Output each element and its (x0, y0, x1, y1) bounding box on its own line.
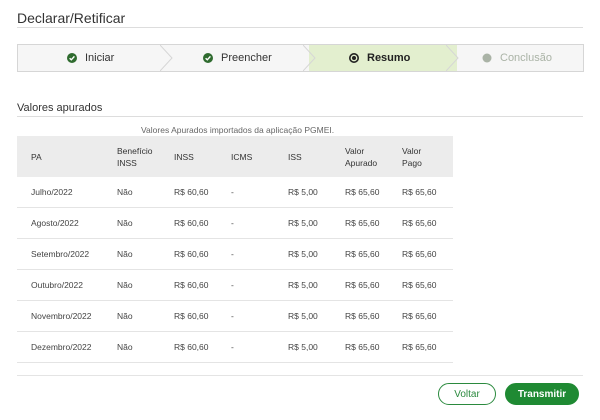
section-divider (17, 116, 583, 117)
step-iniciar: Iniciar (67, 45, 114, 71)
cell-valor-apurado: R$ 65,60 (331, 238, 388, 270)
cell-valor-apurado: R$ 65,60 (331, 177, 388, 208)
cell-valor-apurado: R$ 65,60 (331, 269, 388, 301)
cell-iss: R$ 5,00 (274, 300, 331, 332)
cell-icms: - (217, 207, 274, 239)
step-label: Conclusão (500, 52, 552, 64)
check-circle-icon (203, 53, 213, 63)
step-resumo: Resumo (349, 45, 410, 71)
table-row: Setembro/2022 Não R$ 60,60 - R$ 5,00 R$ … (17, 238, 453, 270)
step-label: Preencher (221, 52, 272, 64)
header-beneficio-inss: Benefício INSS (103, 136, 160, 177)
step-label: Resumo (367, 52, 411, 64)
radio-dot-icon (349, 53, 359, 63)
table-row: Julho/2022 Não R$ 60,60 - R$ 5,00 R$ 65,… (17, 177, 453, 208)
table-row: Agosto/2022 Não R$ 60,60 - R$ 5,00 R$ 65… (17, 207, 453, 239)
cell-iss: R$ 5,00 (274, 269, 331, 301)
step-preencher: Preencher (203, 45, 272, 71)
table-row: Outubro/2022 Não R$ 60,60 - R$ 5,00 R$ 6… (17, 269, 453, 301)
header-valor-apurado: Valor Apurado (331, 136, 388, 177)
values-table: PA Benefício INSS INSS ICMS ISS Valor Ap… (17, 136, 453, 363)
step-conclusao: Conclusão (482, 45, 552, 71)
cell-inss: R$ 60,60 (160, 331, 217, 363)
cell-iss: R$ 5,00 (274, 331, 331, 363)
table-body: Julho/2022 Não R$ 60,60 - R$ 5,00 R$ 65,… (17, 177, 453, 363)
back-button[interactable]: Voltar (438, 383, 496, 405)
header-inss: INSS (160, 136, 217, 177)
cell-valor-apurado: R$ 65,60 (331, 207, 388, 239)
cell-valor-pago: R$ 65,60 (388, 300, 453, 332)
step-label: Iniciar (85, 52, 115, 64)
cell-inss: R$ 60,60 (160, 177, 217, 208)
cell-inss: R$ 60,60 (160, 238, 217, 270)
check-circle-icon (67, 53, 77, 63)
cell-pa: Setembro/2022 (17, 238, 103, 270)
table-row: Dezembro/2022 Não R$ 60,60 - R$ 5,00 R$ … (17, 331, 453, 363)
section-title: Valores apurados (17, 102, 103, 114)
cell-iss: R$ 5,00 (274, 207, 331, 239)
transmit-button[interactable]: Transmitir (505, 383, 579, 405)
cell-iss: R$ 5,00 (274, 238, 331, 270)
pending-dot-icon (482, 53, 492, 63)
page-title: Declarar/Retificar (17, 10, 126, 26)
cell-beneficio: Não (103, 207, 160, 239)
cell-pa: Outubro/2022 (17, 269, 103, 301)
cell-beneficio: Não (103, 300, 160, 332)
cell-iss: R$ 5,00 (274, 177, 331, 208)
title-divider (17, 27, 583, 28)
cell-inss: R$ 60,60 (160, 269, 217, 301)
cell-icms: - (217, 331, 274, 363)
cell-icms: - (217, 238, 274, 270)
footer-divider (17, 375, 583, 376)
cell-valor-pago: R$ 65,60 (388, 238, 453, 270)
cell-icms: - (217, 269, 274, 301)
cell-pa: Novembro/2022 (17, 300, 103, 332)
cell-pa: Julho/2022 (17, 177, 103, 208)
header-pa: PA (17, 136, 103, 177)
cell-pa: Dezembro/2022 (17, 331, 103, 363)
cell-icms: - (217, 300, 274, 332)
step-separator (303, 45, 317, 71)
cell-beneficio: Não (103, 177, 160, 208)
progress-stepper: Iniciar Preencher Resumo Conclusão (17, 44, 584, 72)
step-separator (446, 45, 460, 71)
cell-valor-pago: R$ 65,60 (388, 269, 453, 301)
cell-beneficio: Não (103, 269, 160, 301)
cell-valor-apurado: R$ 65,60 (331, 300, 388, 332)
cell-inss: R$ 60,60 (160, 300, 217, 332)
header-iss: ISS (274, 136, 331, 177)
table-caption: Valores Apurados importados da aplicação… (141, 125, 335, 135)
cell-valor-pago: R$ 65,60 (388, 177, 453, 208)
table-row: Novembro/2022 Não R$ 60,60 - R$ 5,00 R$ … (17, 300, 453, 332)
cell-pa: Agosto/2022 (17, 207, 103, 239)
cell-inss: R$ 60,60 (160, 207, 217, 239)
cell-valor-pago: R$ 65,60 (388, 207, 453, 239)
cell-beneficio: Não (103, 331, 160, 363)
cell-valor-pago: R$ 65,60 (388, 331, 453, 363)
cell-valor-apurado: R$ 65,60 (331, 331, 388, 363)
header-valor-pago: Valor Pago (388, 136, 453, 177)
cell-beneficio: Não (103, 238, 160, 270)
step-separator (160, 45, 174, 71)
table-header-row: PA Benefício INSS INSS ICMS ISS Valor Ap… (17, 136, 453, 177)
header-icms: ICMS (217, 136, 274, 177)
cell-icms: - (217, 177, 274, 208)
